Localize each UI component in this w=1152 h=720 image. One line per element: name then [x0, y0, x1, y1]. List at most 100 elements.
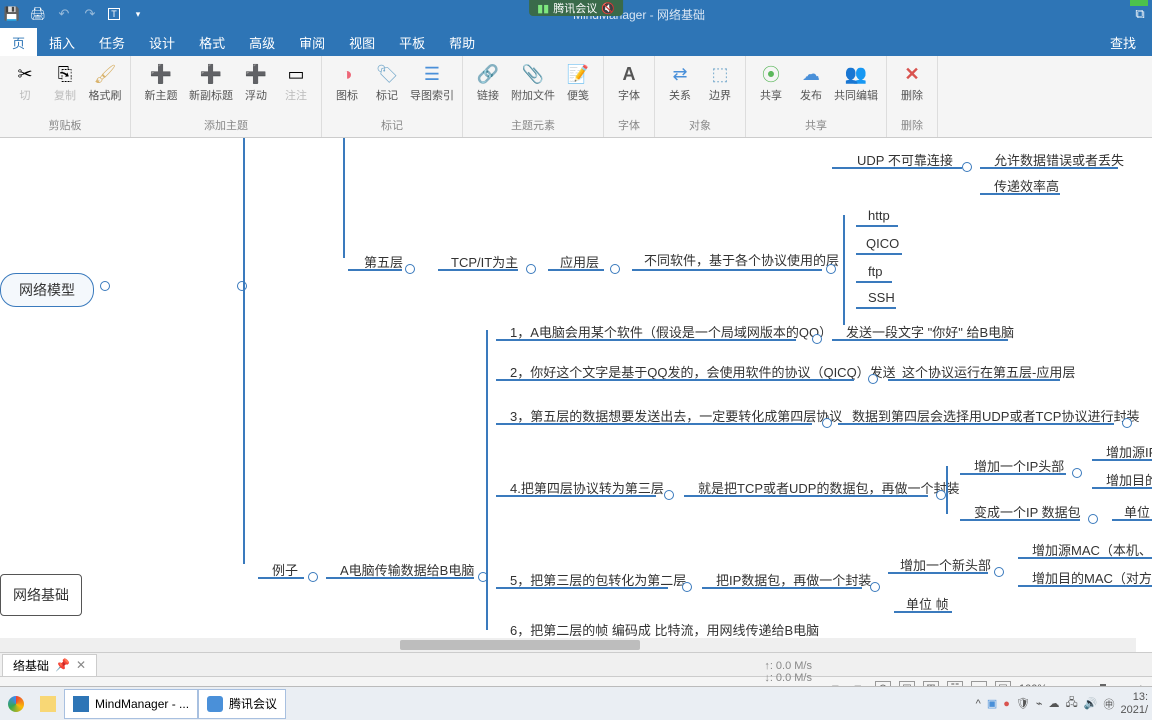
node-proto-qico[interactable]: QICO — [862, 234, 903, 253]
node-appdesc[interactable]: 不同软件，基于各个协议使用的层 — [640, 248, 843, 271]
handle[interactable] — [682, 582, 692, 592]
tab-home[interactable]: 页 — [0, 28, 37, 56]
icons-button[interactable]: ◑图标 — [328, 58, 366, 104]
tags-button[interactable]: 🏷标记 — [368, 58, 406, 104]
handle[interactable] — [1072, 468, 1082, 478]
group-markers: 标记 — [328, 115, 456, 135]
close-tab-icon[interactable]: ✕ — [76, 658, 86, 672]
publish-button[interactable]: ☁发布 — [792, 58, 830, 104]
clock-date: 2021/ — [1120, 704, 1148, 716]
callout-button[interactable]: ▭注注 — [277, 58, 315, 104]
system-tray[interactable]: ^ ▣ ● 🛡 ⌁ ☁ 🖧 🔊 ㊥ 13: 2021/ — [972, 691, 1152, 715]
handle[interactable] — [936, 490, 946, 500]
network-speed: ↑: 0.0 M/s ↓: 0.0 M/s — [764, 658, 812, 686]
handle[interactable] — [826, 264, 836, 274]
taskbar-explorer[interactable] — [32, 689, 64, 719]
group-object: 对象 — [661, 115, 739, 135]
save-icon[interactable]: 💾 — [4, 6, 20, 22]
node-proto-ssh[interactable]: SSH — [864, 288, 899, 307]
handle[interactable] — [812, 334, 822, 344]
group-clipboard: 剪贴板 — [6, 115, 124, 135]
handle[interactable] — [100, 281, 110, 291]
attach-button[interactable]: 📎附加文件 — [509, 58, 557, 104]
redo-icon[interactable]: ↷ — [82, 6, 98, 22]
node-proto-http[interactable]: http — [864, 206, 894, 225]
topic-icon[interactable]: T — [108, 8, 120, 20]
link-button[interactable]: 🔗链接 — [469, 58, 507, 104]
tab-design[interactable]: 设计 — [137, 28, 187, 56]
tab-help[interactable]: 帮助 — [437, 28, 487, 56]
coedit-button[interactable]: 👥共同编辑 — [832, 58, 880, 104]
handle[interactable] — [1122, 418, 1132, 428]
undo-icon[interactable]: ↶ — [56, 6, 72, 22]
node-proto-ftp[interactable]: ftp — [864, 262, 886, 281]
pin-icon[interactable]: 📌 — [55, 658, 70, 672]
tab-tablet[interactable]: 平板 — [387, 28, 437, 56]
handle[interactable] — [308, 572, 318, 582]
qat-dropdown-icon[interactable]: ▾ — [130, 6, 146, 22]
tab-advanced[interactable]: 高级 — [237, 28, 287, 56]
group-delete: 删除 — [893, 115, 931, 135]
tray-net-icon[interactable]: 🖧 — [1066, 694, 1078, 713]
tab-insert[interactable]: 插入 — [37, 28, 87, 56]
handle[interactable] — [405, 264, 415, 274]
group-share: 共享 — [752, 115, 880, 135]
tray-vol-icon[interactable]: 🔊 — [1084, 697, 1098, 710]
handle[interactable] — [610, 264, 620, 274]
tray-record-icon[interactable]: ● — [1003, 698, 1010, 710]
tray-shield-icon[interactable]: 🛡 — [1016, 697, 1030, 710]
handle[interactable] — [526, 264, 536, 274]
font-button[interactable]: A字体 — [610, 58, 648, 104]
taskbar-mindmanager[interactable]: MindManager - ... — [64, 689, 198, 719]
handle[interactable] — [822, 418, 832, 428]
clock-time: 13: — [1120, 691, 1148, 703]
group-elements: 主题元素 — [469, 115, 597, 135]
tab-view[interactable]: 视图 — [337, 28, 387, 56]
print-icon[interactable]: 🖨 — [30, 6, 46, 22]
node-center[interactable]: 网络模型 — [0, 273, 94, 307]
notes-button[interactable]: 📝便笺 — [559, 58, 597, 104]
tab-task[interactable]: 任务 — [87, 28, 137, 56]
tray-bt-icon[interactable]: ⌁ — [1036, 697, 1043, 710]
ribbon: ✂切 ⎘复制 🖌格式刷 剪贴板 ➕新主题 ➕新副标题 ➕浮动 ▭注注 添加主题 … — [0, 56, 1152, 138]
new-topic-button[interactable]: ➕新主题 — [137, 58, 185, 104]
cut-button[interactable]: ✂切 — [6, 58, 44, 104]
delete-button[interactable]: ✕删除 — [893, 58, 931, 104]
handle[interactable] — [868, 374, 878, 384]
horizontal-scrollbar[interactable] — [0, 638, 1136, 652]
restore-icon[interactable]: ⧉ — [1132, 6, 1148, 22]
taskbar-tencent[interactable]: 腾讯会议 — [198, 689, 286, 719]
mindmap-canvas[interactable]: 网络基础 网络模型 第五层 TCP/IT为主 应用层 不同软件，基于各个协议使用… — [0, 138, 1152, 638]
tab-format[interactable]: 格式 — [187, 28, 237, 56]
new-subtopic-button[interactable]: ➕新副标题 — [187, 58, 235, 104]
node-root[interactable]: 网络基础 — [0, 574, 82, 616]
format-painter-button[interactable]: 🖌格式刷 — [86, 58, 124, 104]
floating-button[interactable]: ➕浮动 — [237, 58, 275, 104]
copy-button[interactable]: ⎘复制 — [46, 58, 84, 104]
scrollbar-thumb[interactable] — [400, 640, 640, 650]
handle[interactable] — [237, 281, 247, 291]
tray-up-icon[interactable]: ^ — [976, 698, 981, 710]
accent-bar — [1130, 0, 1148, 6]
find-button[interactable]: 查找 — [1094, 28, 1152, 56]
share-button[interactable]: ⦿共享 — [752, 58, 790, 104]
handle[interactable] — [870, 582, 880, 592]
tray-ime-icon[interactable]: ㊥ — [1103, 696, 1114, 712]
node-step6[interactable]: 6，把第二层的帧 编码成 比特流，用网线传递给B电脑 — [506, 618, 823, 638]
tray-cloud-icon[interactable]: ☁ — [1049, 697, 1060, 710]
document-tab[interactable]: 络基础 📌 ✕ — [2, 654, 97, 676]
boundary-button[interactable]: ⬚边界 — [701, 58, 739, 104]
relationship-button[interactable]: ⇄关系 — [661, 58, 699, 104]
handle[interactable] — [664, 490, 674, 500]
handle[interactable] — [962, 162, 972, 172]
document-tab-label: 络基础 — [13, 657, 49, 674]
handle[interactable] — [994, 567, 1004, 577]
window-title: MindManager - 网络基础 — [146, 6, 1132, 23]
handle[interactable] — [1088, 514, 1098, 524]
map-index-button[interactable]: ☰导图索引 — [408, 58, 456, 104]
taskbar-mm-label: MindManager - ... — [95, 697, 189, 711]
taskbar-chrome[interactable] — [0, 689, 32, 719]
tab-review[interactable]: 审阅 — [287, 28, 337, 56]
tray-app1-icon[interactable]: ▣ — [987, 697, 997, 710]
ribbon-tabs: 页 插入 任务 设计 格式 高级 审阅 视图 平板 帮助 查找 — [0, 28, 1152, 56]
